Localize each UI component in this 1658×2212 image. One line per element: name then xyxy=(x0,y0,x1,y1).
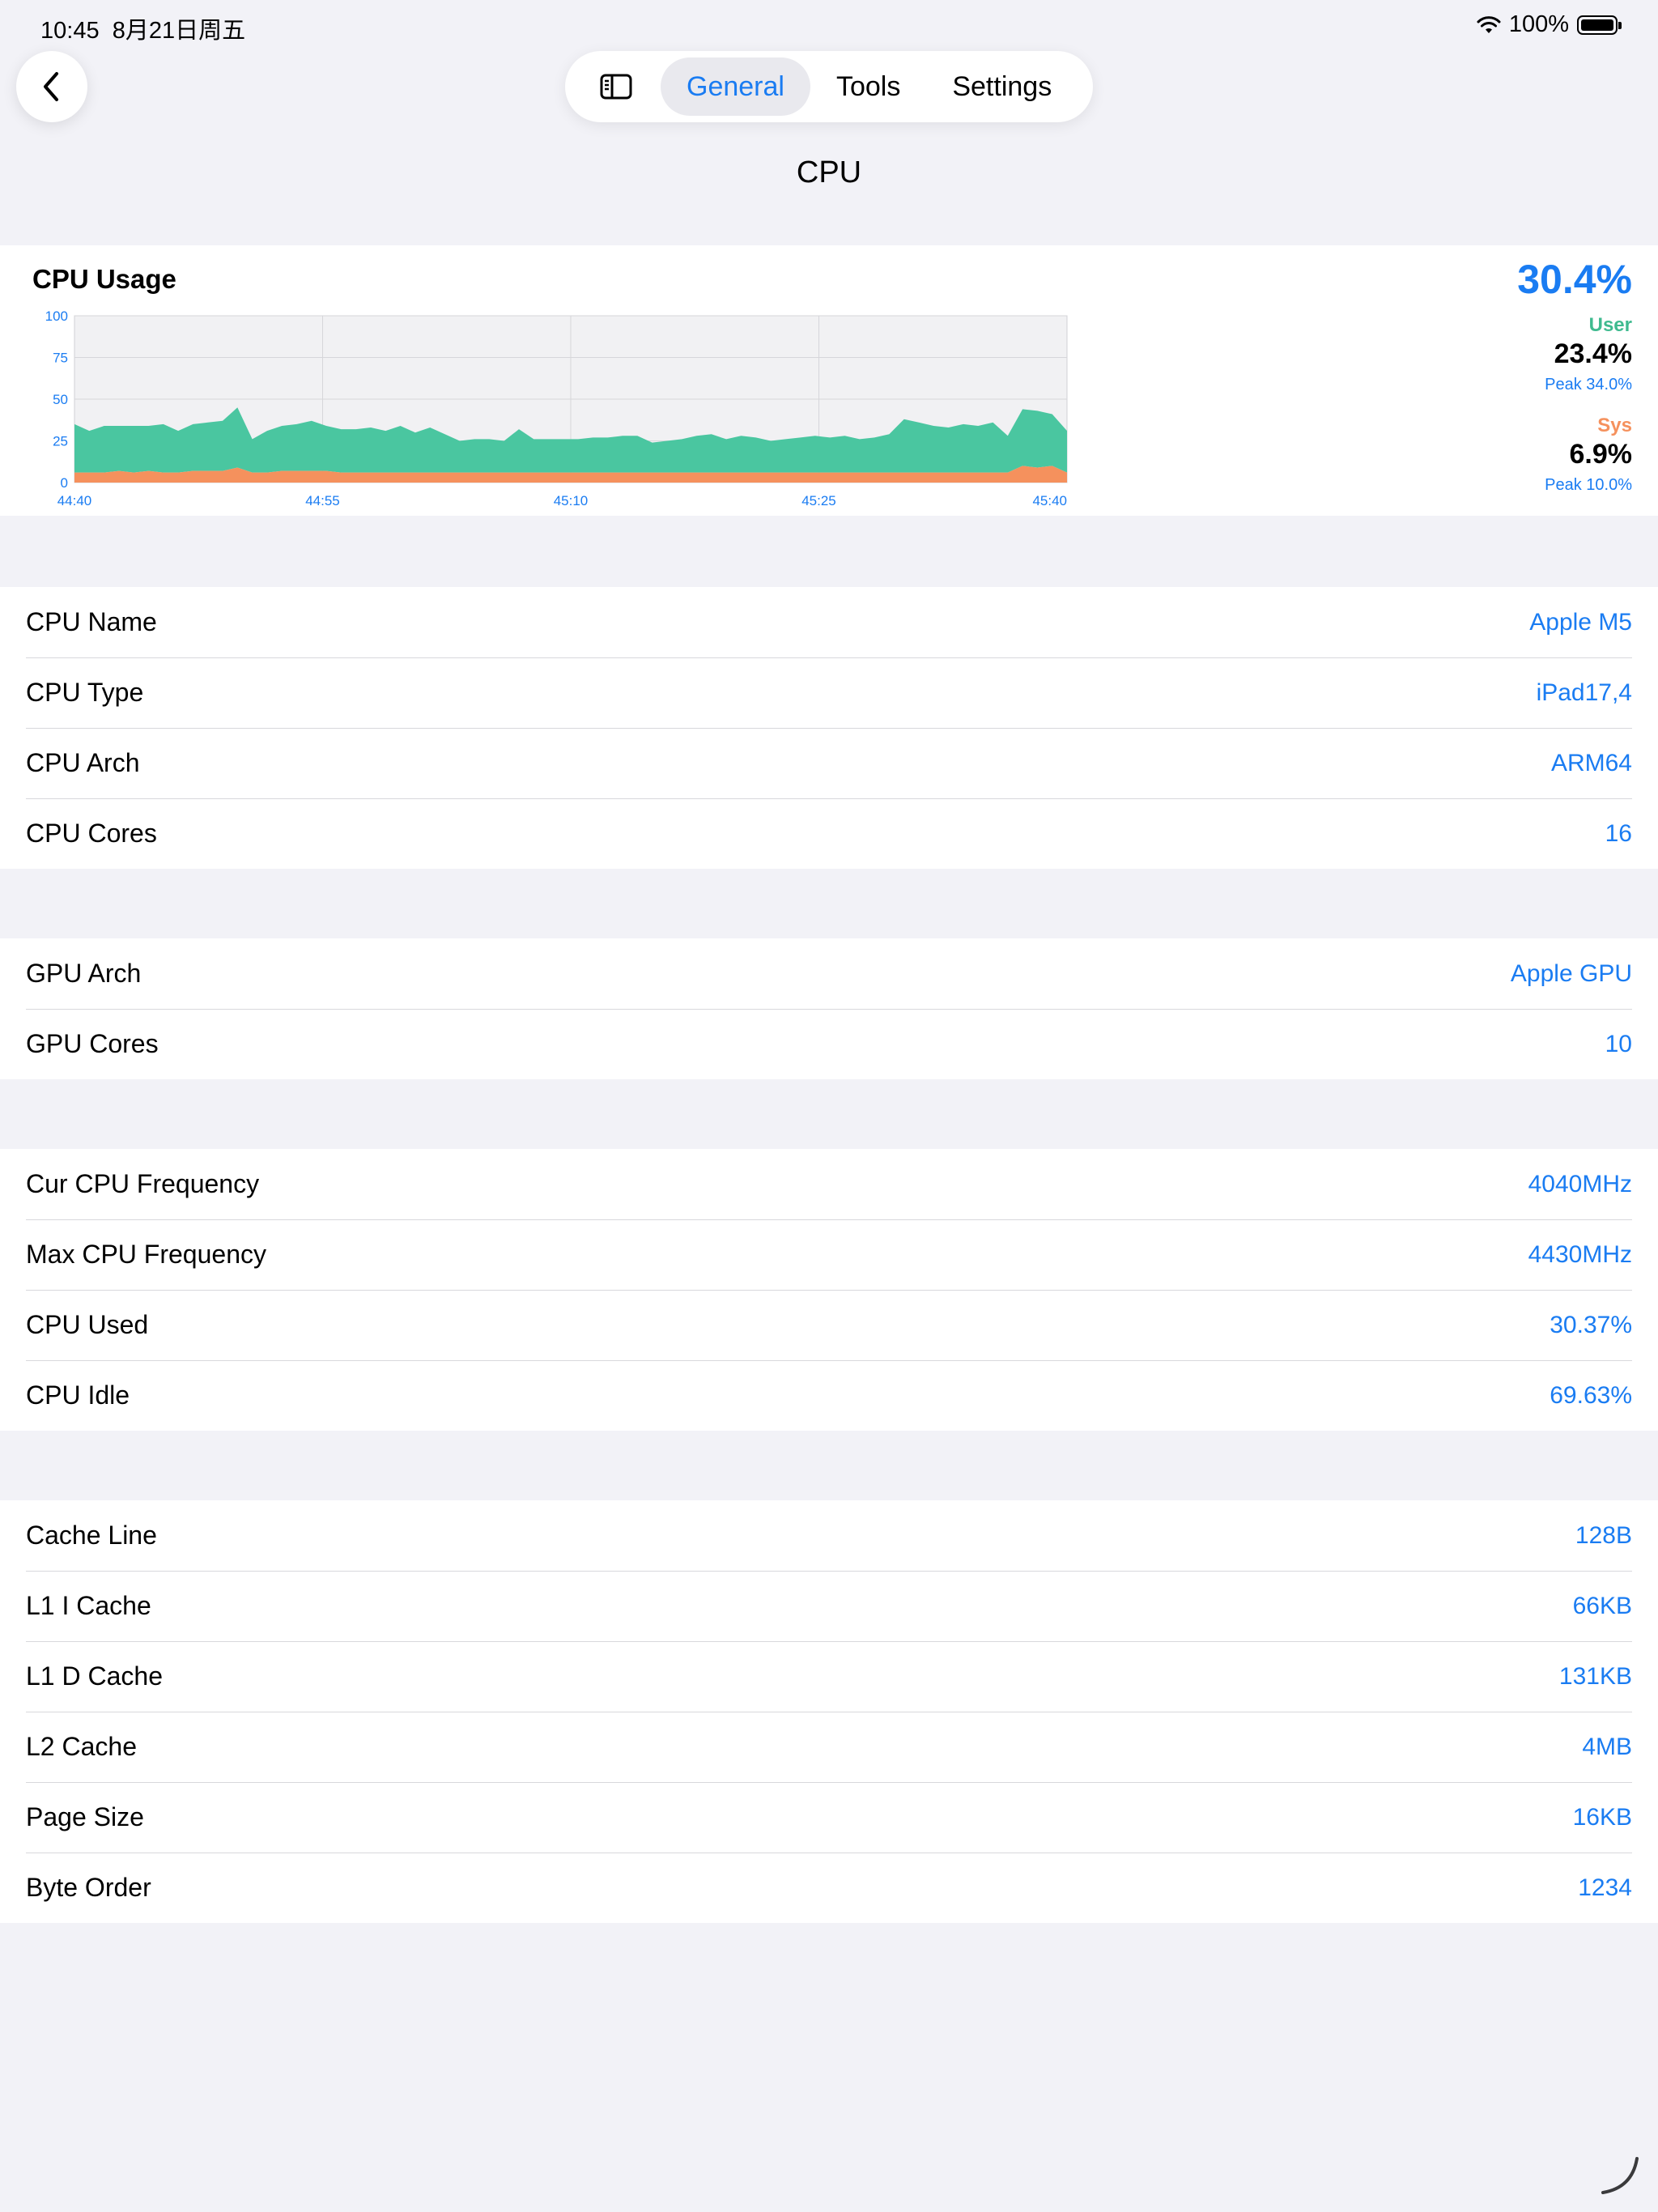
list-row-cur-cpu-frequency: Cur CPU Frequency 4040MHz xyxy=(0,1149,1658,1219)
top-tab-bar: General Tools Settings xyxy=(565,51,1093,122)
list-row-l2-cache: L2 Cache 4MB xyxy=(0,1712,1658,1782)
row-value: 30.37% xyxy=(1550,1311,1632,1338)
row-value: 128B xyxy=(1575,1521,1632,1549)
list-row-max-cpu-frequency: Max CPU Frequency 4430MHz xyxy=(0,1219,1658,1290)
row-value: 131KB xyxy=(1558,1662,1632,1690)
row-label: Max CPU Frequency xyxy=(26,1240,266,1269)
row-value: Apple M5 xyxy=(1529,608,1632,636)
sidebar-icon xyxy=(600,74,632,100)
row-value: iPad17,4 xyxy=(1536,678,1632,706)
row-value: 1234 xyxy=(1578,1874,1632,1901)
row-label: CPU Cores xyxy=(26,819,157,848)
list-row-cpu-idle: CPU Idle 69.63% xyxy=(0,1360,1658,1431)
row-label: L1 I Cache xyxy=(26,1591,151,1620)
cpu-usage-total: 30.4% xyxy=(1517,257,1632,302)
row-label: GPU Cores xyxy=(26,1029,159,1058)
sys-value: 6.9% xyxy=(1569,439,1633,470)
row-value: Apple GPU xyxy=(1510,959,1632,987)
row-value: 16KB xyxy=(1572,1803,1632,1831)
list-row-l1-d-cache: L1 D Cache 131KB xyxy=(0,1641,1658,1712)
list-row-cpu-used: CPU Used 30.37% xyxy=(0,1290,1658,1360)
cpu-info-group: CPU Name Apple M5 CPU Type iPad17,4 CPU Ar… xyxy=(0,587,1658,869)
gpu-info-group: GPU Arch Apple GPU GPU Cores 10 xyxy=(0,938,1658,1079)
chart-y-tick: 75 xyxy=(53,351,68,366)
status-right: 100% xyxy=(1477,11,1622,38)
row-label: Page Size xyxy=(26,1802,144,1831)
tab-settings[interactable]: Settings xyxy=(926,57,1078,116)
list-row-gpu-arch: GPU Arch Apple GPU xyxy=(0,938,1658,1009)
chart-x-tick: 44:40 xyxy=(57,493,92,508)
tab-tools[interactable]: Tools xyxy=(810,57,926,116)
row-label: L2 Cache xyxy=(26,1732,137,1761)
row-label: Cur CPU Frequency xyxy=(26,1169,260,1198)
status-time-date: 10:45 8月21日周五 xyxy=(40,11,245,45)
row-value: ARM64 xyxy=(1550,749,1632,776)
tab-general[interactable]: General xyxy=(661,57,810,116)
row-value: 16 xyxy=(1605,819,1632,847)
cpu-usage-title: CPU Usage xyxy=(32,264,176,294)
row-label: L1 D Cache xyxy=(26,1661,163,1691)
battery-percent: 100% xyxy=(1508,11,1569,37)
chart-x-tick: 45:40 xyxy=(1032,493,1067,508)
row-label: Byte Order xyxy=(26,1873,151,1902)
chart-y-tick: 0 xyxy=(61,475,68,491)
chevron-left-icon xyxy=(44,72,58,101)
status-date: 8月21日周五 xyxy=(112,18,246,44)
row-label: GPU Arch xyxy=(26,959,142,988)
chart-x-tick: 44:55 xyxy=(305,493,340,508)
battery-icon xyxy=(1577,15,1622,35)
row-value: 10 xyxy=(1605,1030,1632,1057)
status-bar: 10:45 8月21日周五 100% xyxy=(0,0,1658,52)
chart-y-tick: 50 xyxy=(53,392,68,407)
sys-label: Sys xyxy=(1597,415,1632,436)
row-value: 4040MHz xyxy=(1528,1170,1632,1197)
resize-handle-icon[interactable] xyxy=(1600,2155,1640,2196)
list-row-l1-i-cache: L1 I Cache 66KB xyxy=(0,1571,1658,1641)
frequency-info-group: Cur CPU Frequency 4040MHz Max CPU Frequen… xyxy=(0,1149,1658,1431)
row-label: Cache Line xyxy=(26,1521,157,1550)
user-peak: Peak 34.0% xyxy=(1545,376,1632,393)
list-row-cpu-name: CPU Name Apple M5 xyxy=(0,587,1658,657)
user-value: 23.4% xyxy=(1554,338,1632,369)
chart-y-tick: 25 xyxy=(53,434,68,449)
wifi-icon xyxy=(1477,15,1501,33)
row-label: CPU Idle xyxy=(26,1380,130,1410)
chart-x-tick: 45:25 xyxy=(801,493,836,508)
row-value: 4MB xyxy=(1582,1733,1632,1760)
list-row-page-size: Page Size 16KB xyxy=(0,1782,1658,1853)
list-row-cache-line: Cache Line 128B xyxy=(0,1500,1658,1571)
row-value: 4430MHz xyxy=(1528,1240,1632,1268)
row-value: 66KB xyxy=(1572,1592,1632,1619)
row-label: CPU Arch xyxy=(26,748,140,777)
chart-x-tick: 45:10 xyxy=(554,493,589,508)
cpu-usage-chart: 100 75 50 25 0 44:40 44:55 45:10 45:25 45:40 xyxy=(45,308,1068,508)
list-row-cpu-arch: CPU Arch ARM64 xyxy=(0,728,1658,798)
list-row-byte-order: Byte Order 1234 xyxy=(0,1853,1658,1923)
user-label: User xyxy=(1588,314,1632,336)
row-label: CPU Name xyxy=(26,607,157,636)
list-row-cpu-cores: CPU Cores 16 xyxy=(0,798,1658,869)
list-row-cpu-type: CPU Type iPad17,4 xyxy=(0,657,1658,728)
back-button[interactable] xyxy=(16,51,87,122)
sidebar-toggle-button[interactable] xyxy=(572,57,661,116)
list-row-gpu-cores: GPU Cores 10 xyxy=(0,1009,1658,1079)
row-label: CPU Used xyxy=(26,1310,149,1339)
sys-peak: Peak 10.0% xyxy=(1545,476,1632,494)
row-label: CPU Type xyxy=(26,678,144,707)
cache-info-group: Cache Line 128B L1 I Cache 66KB L1 D Cache… xyxy=(0,1500,1658,1923)
chart-y-tick: 100 xyxy=(45,308,68,324)
page-title: CPU xyxy=(796,155,862,189)
status-time: 10:45 xyxy=(40,18,100,44)
row-value: 69.63% xyxy=(1550,1381,1632,1409)
